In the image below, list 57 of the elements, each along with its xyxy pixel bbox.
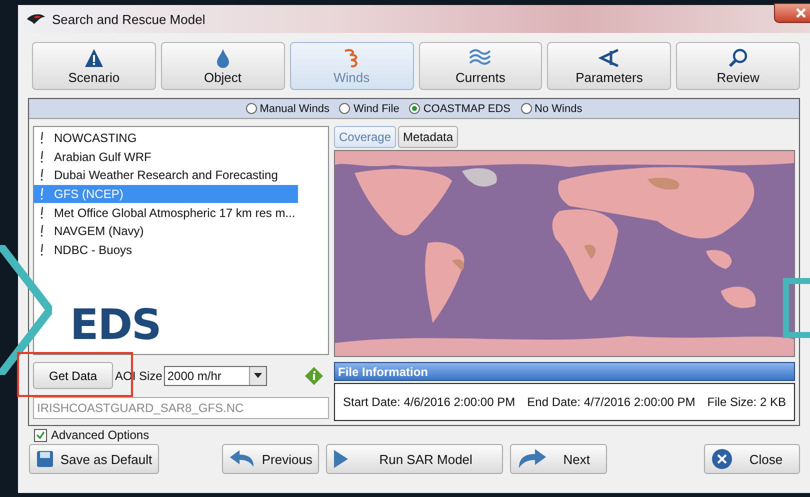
radio-label[interactable]: Wind File <box>353 102 400 114</box>
info-icon[interactable] <box>305 366 323 384</box>
bracket-drawing <box>782 278 810 338</box>
dataset-item[interactable]: NOWCASTING <box>34 129 298 148</box>
tab[interactable]: Coverage <box>334 126 396 148</box>
annotation-label: EDS <box>70 300 161 349</box>
warning-icon <box>84 48 104 68</box>
window-title: Search and Rescue Model <box>52 12 206 26</box>
dataset-item[interactable]: NAVGEM (Navy) <box>34 222 298 241</box>
waves-icon <box>469 48 492 66</box>
start-date: Start Date: 4/6/2016 2:00:00 PM <box>343 395 516 409</box>
tab[interactable]: Review <box>676 42 800 90</box>
close-button[interactable]: Close <box>704 444 800 474</box>
aoi-size-dropdown[interactable]: 2000 m/hr <box>164 366 268 386</box>
dataset-item[interactable]: Arabian Gulf WRF <box>34 148 298 166</box>
exclamation-icon <box>40 132 44 144</box>
close-icon <box>795 8 807 18</box>
checkbox[interactable] <box>34 428 47 442</box>
run-button[interactable]: Run SAR Model <box>326 444 504 474</box>
exclamation-icon <box>40 206 44 219</box>
dataset-item[interactable]: Met Office Global Atmospheric 17 km res m... <box>34 203 298 222</box>
radio-label[interactable]: No Winds <box>534 102 582 114</box>
file-size: File Size: 2 KB <box>707 395 786 409</box>
dataset-item[interactable]: NDBC - Buoys <box>34 240 298 260</box>
tab[interactable]: Object <box>160 42 285 90</box>
exclamation-icon <box>40 244 44 256</box>
save-button[interactable]: Save as Default <box>29 444 160 474</box>
radio-label[interactable]: COASTMAP EDS <box>423 102 511 114</box>
check-icon <box>36 430 45 440</box>
checkbox-label[interactable]: Advanced Options <box>51 428 150 442</box>
water-drop-icon <box>216 48 230 68</box>
radio-button[interactable] <box>246 103 257 114</box>
exclamation-icon <box>40 188 44 200</box>
radio-button[interactable] <box>339 103 350 114</box>
forward-arrow-icon <box>517 448 548 470</box>
radio-button[interactable] <box>409 103 420 114</box>
search-icon <box>728 48 748 68</box>
section-header: File Information <box>334 362 795 381</box>
angle-icon <box>598 48 620 68</box>
caret-icon <box>254 373 262 378</box>
exclamation-icon <box>40 169 44 182</box>
radio-label[interactable]: Manual Winds <box>260 102 330 114</box>
get-data-button[interactable]: Get Data <box>33 362 113 389</box>
app-logo-icon <box>26 13 46 25</box>
dataset-item[interactable]: Dubai Weather Research and Forecasting <box>34 166 298 185</box>
tab[interactable]: Currents <box>418 42 542 90</box>
exclamation-icon <box>40 150 44 163</box>
tab[interactable]: Metadata <box>398 126 458 148</box>
play-icon <box>333 449 350 469</box>
tab[interactable]: Scenario <box>32 42 156 90</box>
next-button[interactable]: Next <box>510 444 608 474</box>
radio-button[interactable] <box>520 103 532 114</box>
previous-button[interactable]: Previous <box>222 444 320 474</box>
tab[interactable]: Parameters <box>547 42 672 90</box>
close-icon <box>711 448 734 470</box>
exclamation-icon <box>40 225 44 238</box>
end-date: End Date: 4/7/2016 2:00:00 PM <box>527 395 696 409</box>
